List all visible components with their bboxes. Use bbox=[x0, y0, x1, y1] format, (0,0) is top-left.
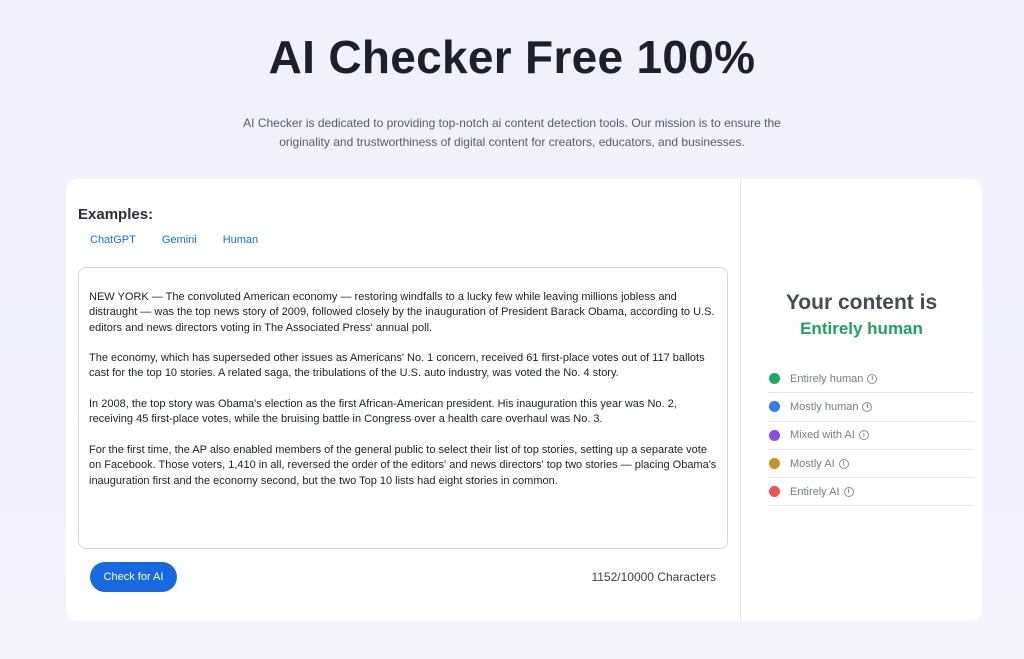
status-dot bbox=[769, 486, 780, 498]
example-chatgpt-link[interactable]: ChatGPT bbox=[90, 234, 136, 246]
status-dot bbox=[769, 373, 780, 385]
legend-label: Mostly AI bbox=[790, 457, 835, 470]
info-icon[interactable]: i bbox=[838, 458, 849, 469]
legend-item-mostly-human: Mostly human i bbox=[768, 393, 974, 422]
status-dot bbox=[769, 458, 780, 470]
legend-item-mixed-with-ai: Mixed with AI i bbox=[768, 422, 974, 450]
content-textarea[interactable]: NEW YORK — The convoluted American econo… bbox=[78, 267, 728, 549]
legend-item-mostly-ai: Mostly AI i bbox=[768, 450, 974, 479]
info-icon[interactable]: i bbox=[843, 486, 854, 497]
legend-item-entirely-human: Entirely human i bbox=[768, 365, 974, 394]
example-gemini-link[interactable]: Gemini bbox=[162, 234, 197, 246]
check-for-ai-button[interactable]: Check for AI bbox=[90, 562, 177, 592]
example-human-link[interactable]: Human bbox=[223, 234, 258, 246]
panel-divider bbox=[740, 179, 741, 621]
page-title: AI Checker Free 100% bbox=[268, 31, 756, 83]
legend-label: Entirely human bbox=[790, 372, 864, 385]
legend-label: Mixed with AI bbox=[790, 429, 855, 442]
status-dot bbox=[769, 429, 780, 441]
legend-label: Entirely AI bbox=[790, 485, 840, 498]
checker-card: Examples: ChatGPT Gemini Human NEW YORK … bbox=[66, 179, 982, 621]
examples-heading: Examples: bbox=[78, 206, 154, 223]
character-count: 1152/10000 Characters bbox=[591, 570, 716, 584]
legend-item-entirely-ai: Entirely AI i bbox=[768, 478, 974, 507]
info-icon[interactable]: i bbox=[858, 430, 869, 441]
text-paragraph: In 2008, the top story was Obama's elect… bbox=[89, 398, 677, 426]
page-description: AI Checker is dedicated to providing top… bbox=[243, 116, 781, 149]
legend-label: Mostly human bbox=[790, 400, 859, 413]
result-legend: Entirely human i Mostly human i Mixed wi… bbox=[768, 365, 974, 507]
text-paragraph: The economy, which has superseded other … bbox=[89, 352, 705, 380]
status-dot bbox=[769, 401, 780, 413]
text-paragraph: NEW YORK — The convoluted American econo… bbox=[89, 291, 715, 334]
info-icon[interactable]: i bbox=[862, 401, 873, 412]
text-paragraph: For the first time, the AP also enabled … bbox=[89, 443, 717, 487]
result-verdict: Entirely human bbox=[800, 319, 923, 338]
info-icon[interactable]: i bbox=[867, 373, 878, 384]
examples-links: ChatGPT Gemini Human bbox=[90, 234, 258, 246]
result-heading: Your content is bbox=[785, 291, 938, 314]
